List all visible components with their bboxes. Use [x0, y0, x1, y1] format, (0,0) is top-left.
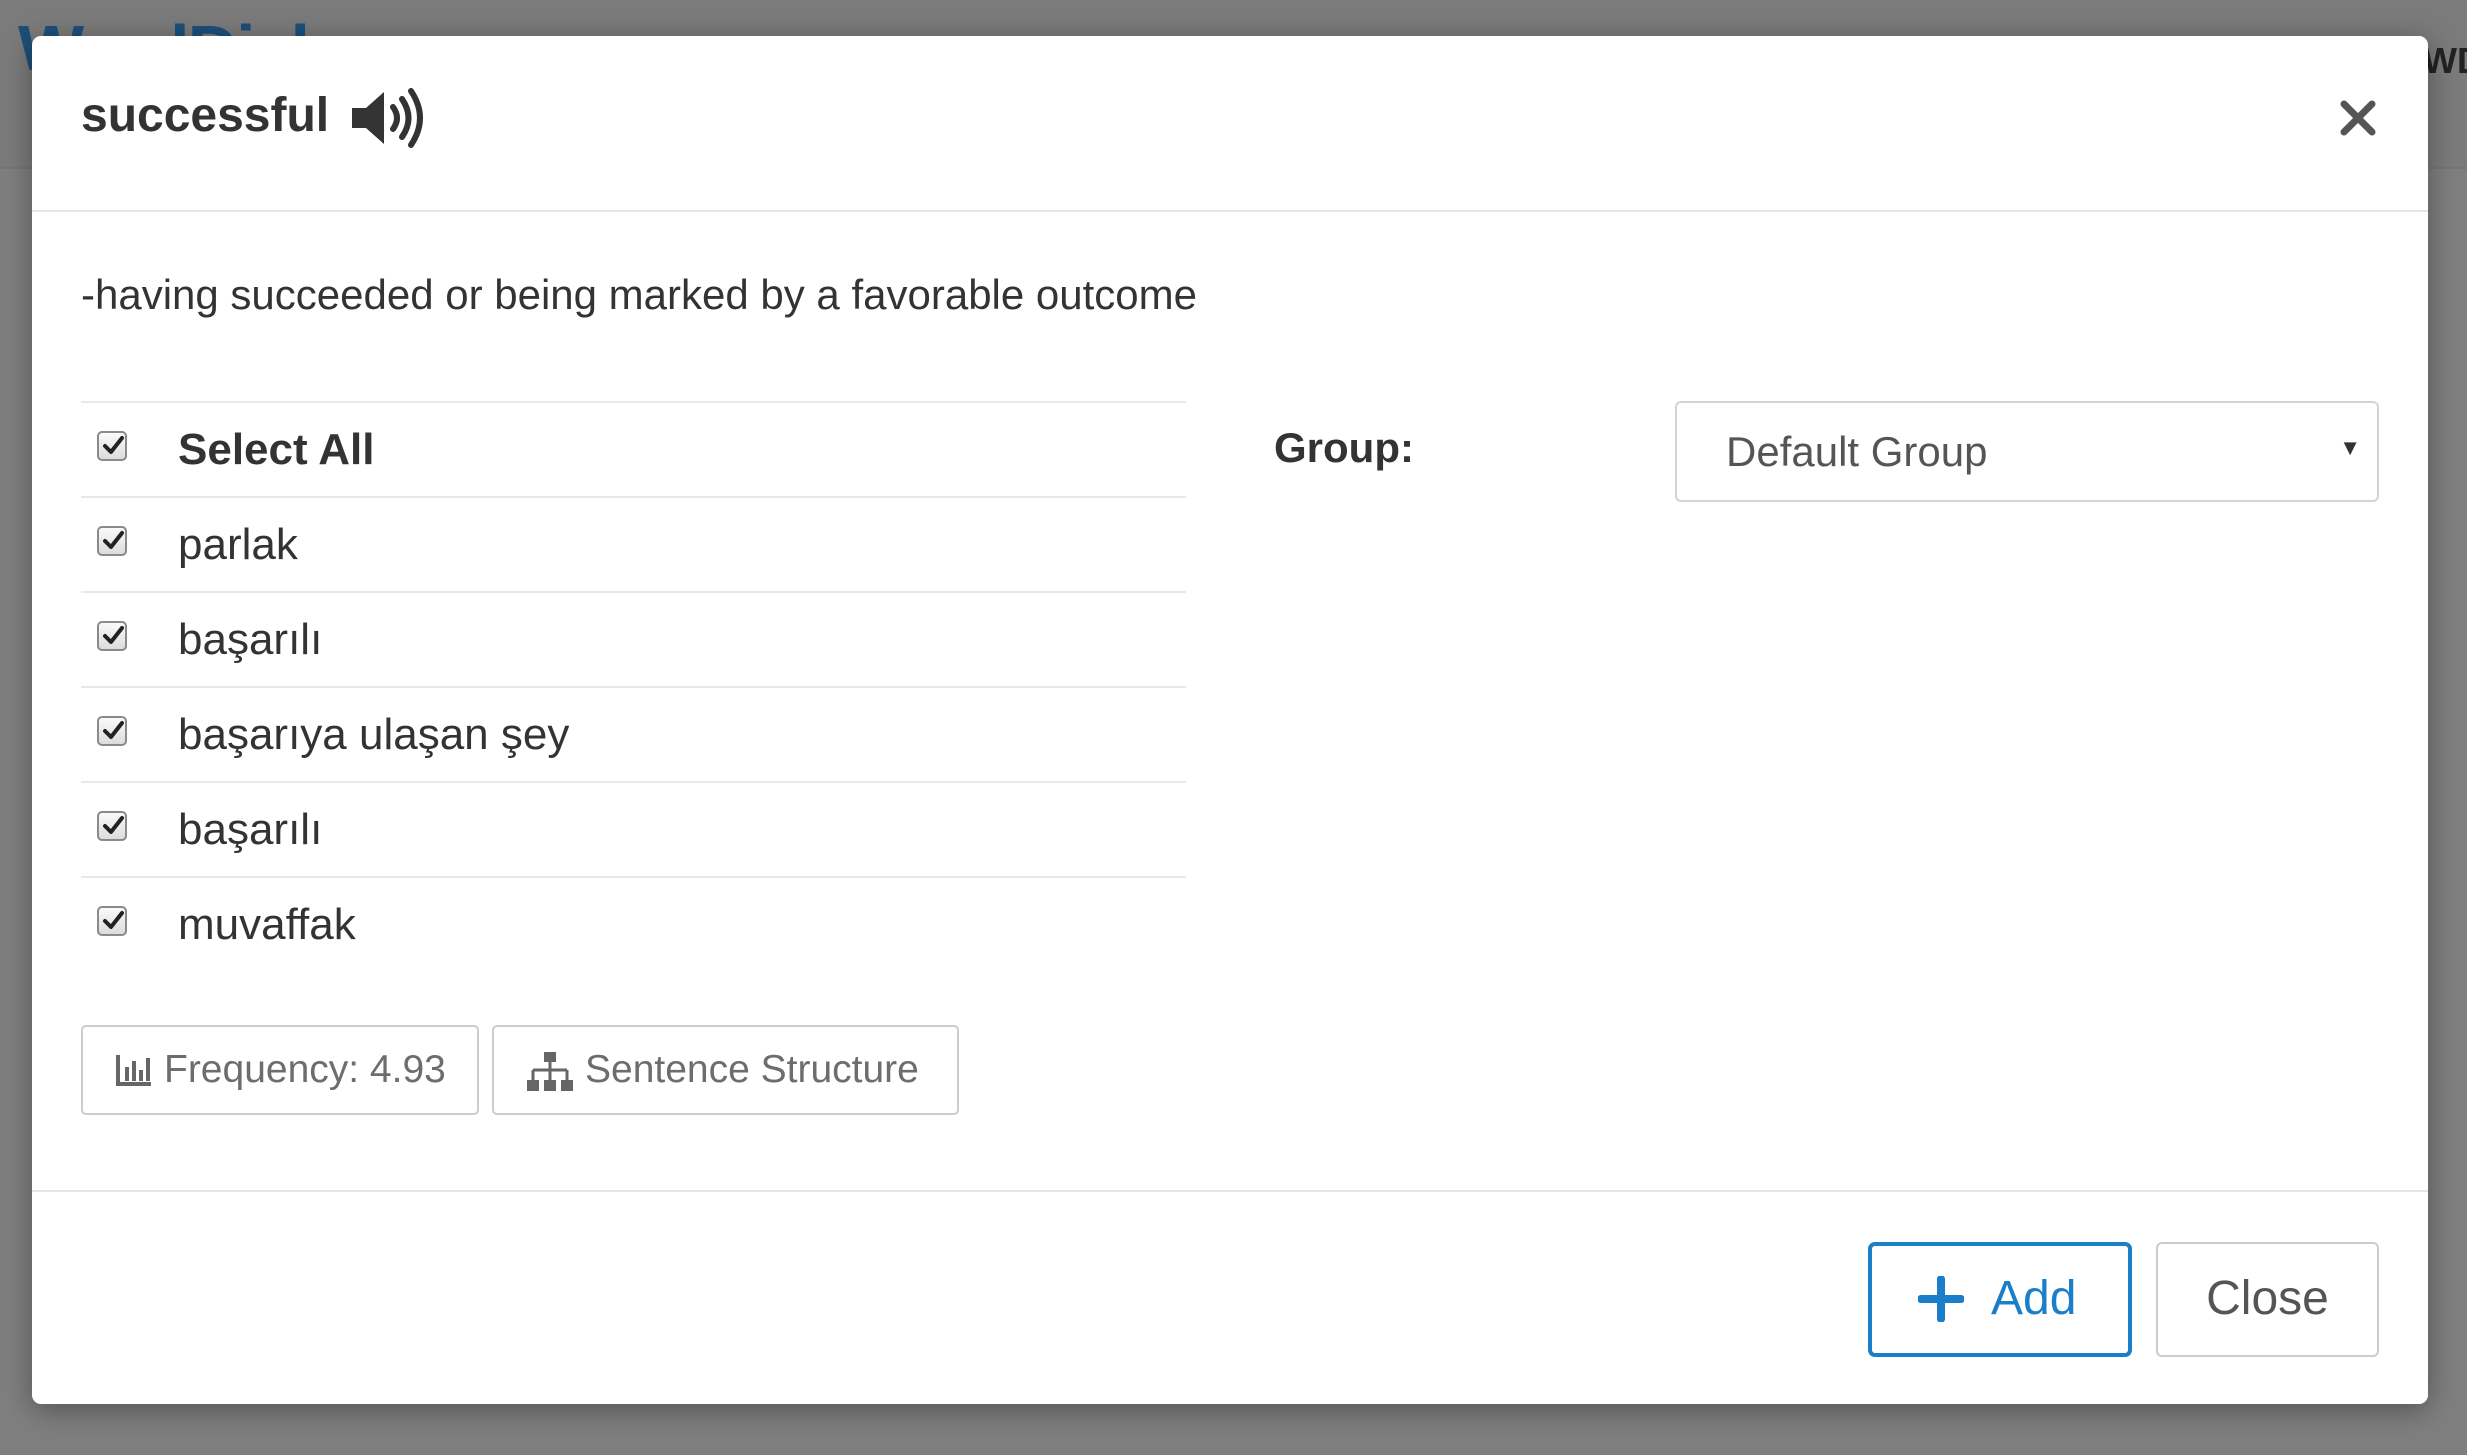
translation-checkbox[interactable] [97, 906, 127, 936]
add-button[interactable]: Add [1868, 1242, 2132, 1357]
checkmark-icon [103, 721, 124, 739]
translation-checkbox[interactable] [97, 526, 127, 556]
modal-header: successful [32, 36, 2428, 212]
add-button-label: Add [1991, 1272, 2077, 1325]
group-label: Group: [1274, 424, 1414, 471]
checkmark-icon [103, 911, 124, 929]
translation-label: başarıya ulaşan şey [178, 710, 570, 759]
checkmark-icon [103, 816, 124, 834]
translation-item[interactable]: başarılı [81, 591, 1186, 686]
translation-checkbox[interactable] [97, 621, 127, 651]
word-modal: successful -having succeeded or being ma… [32, 36, 2428, 1404]
translation-item[interactable]: başarılı [81, 781, 1186, 876]
group-select[interactable]: Default Group ▼ [1675, 401, 2379, 502]
select-all-label: Select All [178, 425, 375, 474]
background-right-text: WD [2423, 40, 2467, 81]
close-icon[interactable] [2338, 98, 2378, 138]
select-all-checkbox[interactable] [97, 431, 127, 461]
translation-item[interactable]: parlak [81, 496, 1186, 591]
frequency-label: Frequency: 4.93 [164, 1048, 446, 1091]
select-all-row[interactable]: Select All [81, 401, 1186, 496]
translation-list: Select All parlak başarılı başarıya ulaş… [81, 401, 1186, 971]
translation-label: başarılı [178, 615, 323, 664]
translation-checkbox[interactable] [97, 811, 127, 841]
close-button-label: Close [2206, 1272, 2329, 1325]
translation-checkbox[interactable] [97, 716, 127, 746]
group-select-value: Default Group [1726, 428, 1988, 475]
translation-label: parlak [178, 520, 298, 569]
sentence-structure-button[interactable]: Sentence Structure [492, 1025, 959, 1115]
translation-label: muvaffak [178, 900, 356, 949]
translation-item[interactable]: muvaffak [81, 876, 1186, 971]
checkmark-icon [103, 531, 124, 549]
frequency-button[interactable]: Frequency: 4.93 [81, 1025, 479, 1115]
translation-label: başarılı [178, 805, 323, 854]
translation-item[interactable]: başarıya ulaşan şey [81, 686, 1186, 781]
bar-chart-icon [116, 1055, 151, 1086]
checkmark-icon [103, 436, 124, 454]
modal-title: successful [81, 89, 330, 142]
speaker-icon[interactable] [348, 86, 426, 150]
checkmark-icon [103, 626, 124, 644]
sentence-structure-label: Sentence Structure [585, 1048, 919, 1091]
plus-icon [1918, 1276, 1964, 1322]
caret-down-icon: ▼ [2339, 435, 2361, 460]
modal-footer: Add Close [32, 1190, 2428, 1404]
sitemap-icon [527, 1052, 573, 1091]
close-button[interactable]: Close [2156, 1242, 2379, 1357]
definition-text: -having succeeded or being marked by a f… [81, 271, 1197, 318]
